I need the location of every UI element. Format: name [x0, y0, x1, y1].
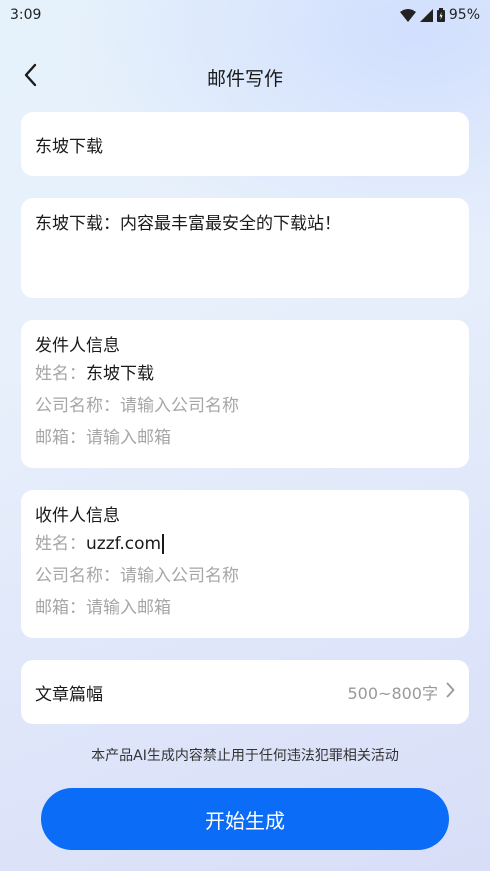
- header: 邮件写作: [0, 55, 490, 99]
- wifi-icon: [399, 8, 416, 22]
- receiver-email-label: 邮箱：: [35, 598, 86, 618]
- sender-name-field[interactable]: 姓名： 东坡下载: [35, 358, 455, 390]
- subject-value: 东坡下载: [35, 136, 103, 157]
- body-value: 东坡下载：内容最丰富最安全的下载站！: [35, 214, 341, 234]
- receiver-email-field[interactable]: 邮箱： 请输入邮箱: [35, 592, 455, 624]
- status-icons: 95%: [399, 7, 480, 23]
- sender-name-value: 东坡下载: [86, 364, 154, 384]
- chevron-right-icon: [446, 682, 455, 702]
- battery-icon: [436, 8, 445, 22]
- article-length-right: 500~800字: [348, 680, 456, 704]
- sender-name-label: 姓名：: [35, 364, 86, 384]
- sender-email-field[interactable]: 邮箱： 请输入邮箱: [35, 422, 455, 454]
- back-button[interactable]: [14, 59, 46, 95]
- battery-percent: 95%: [448, 7, 480, 23]
- receiver-info-card: 收件人信息 姓名： uzzf.com 公司名称： 请输入公司名称 邮箱： 请输入…: [21, 490, 469, 638]
- start-generate-button[interactable]: 开始生成: [41, 788, 449, 850]
- sender-company-label: 公司名称：: [35, 396, 120, 416]
- receiver-company-placeholder: 请输入公司名称: [120, 566, 239, 586]
- receiver-title: 收件人信息: [35, 506, 120, 526]
- status-bar: 3:09 95%: [0, 0, 490, 30]
- article-length-value: 500~800字: [347, 684, 439, 703]
- receiver-name-field[interactable]: 姓名： uzzf.com: [35, 528, 455, 560]
- page-title: 邮件写作: [206, 67, 283, 90]
- receiver-name-label: 姓名：: [35, 534, 86, 554]
- subject-input[interactable]: 东坡下载: [21, 112, 469, 176]
- body-textarea[interactable]: 东坡下载：内容最丰富最安全的下载站！: [21, 198, 469, 298]
- receiver-email-placeholder: 请输入邮箱: [86, 598, 171, 618]
- sender-info-card: 发件人信息 姓名： 东坡下载 公司名称： 请输入公司名称 邮箱： 请输入邮箱: [21, 320, 469, 468]
- sender-company-field[interactable]: 公司名称： 请输入公司名称: [35, 390, 455, 422]
- signal-icon: [419, 8, 433, 22]
- receiver-name-value: uzzf.com: [86, 534, 162, 554]
- text-caret: [162, 534, 164, 554]
- receiver-company-label: 公司名称：: [35, 566, 120, 586]
- status-time: 3:09: [10, 7, 42, 23]
- sender-email-placeholder: 请输入邮箱: [86, 428, 171, 448]
- chevron-left-icon: [23, 63, 37, 91]
- sender-email-label: 邮箱：: [35, 428, 86, 448]
- sender-company-placeholder: 请输入公司名称: [120, 396, 239, 416]
- article-length-label: 文章篇幅: [35, 684, 103, 705]
- disclaimer-text: 本产品AI生成内容禁止用于任何违法犯罪相关活动: [91, 748, 399, 764]
- article-length-selector[interactable]: 文章篇幅 500~800字: [21, 660, 469, 724]
- sender-title: 发件人信息: [35, 336, 120, 356]
- receiver-company-field[interactable]: 公司名称： 请输入公司名称: [35, 560, 455, 592]
